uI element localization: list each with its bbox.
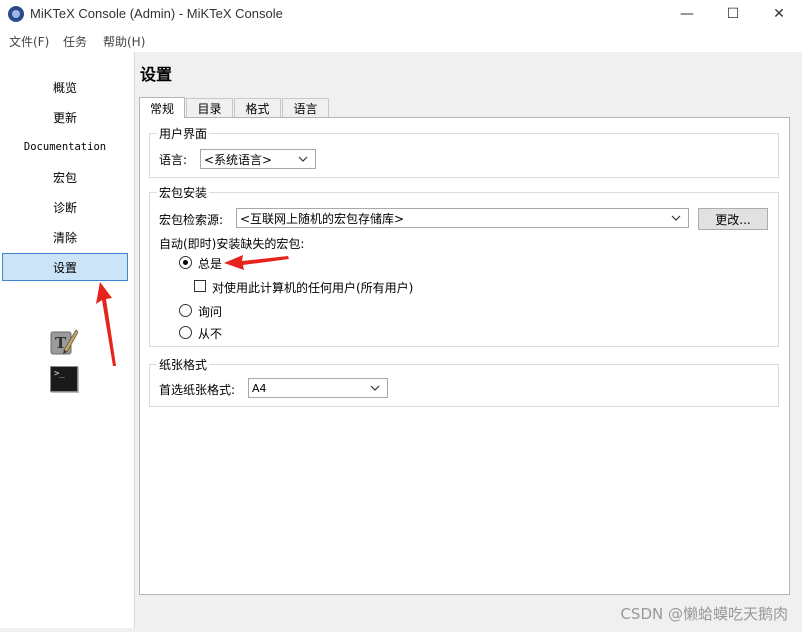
tab-directories[interactable]: 目录 <box>186 98 233 117</box>
tab-label: 语言 <box>293 101 318 116</box>
tab-label: 格式 <box>245 101 270 116</box>
language-label: 语言: <box>159 153 188 167</box>
language-select-value: <系统语言> <box>204 152 273 167</box>
radio-always[interactable] <box>179 256 192 269</box>
tex-works-icon[interactable]: T <box>50 326 78 356</box>
radio-always-label[interactable]: 总是 <box>198 255 222 272</box>
menu-tasks[interactable]: 任务 <box>63 33 87 50</box>
tab-formats[interactable]: 格式 <box>234 98 281 117</box>
sidebar-item-label: 更新 <box>52 110 77 125</box>
chevron-down-icon <box>370 385 380 391</box>
tab-label: 目录 <box>197 101 222 116</box>
all-users-label[interactable]: 对使用此计算机的任何用户(所有用户) <box>212 279 413 296</box>
sidebar-item-diagnose[interactable]: 诊断 <box>2 193 128 221</box>
menu-bar: 文件(F) 任务 帮助(H) <box>0 28 802 52</box>
all-users-checkbox[interactable] <box>194 280 206 292</box>
radio-never-label[interactable]: 从不 <box>198 325 222 342</box>
change-repository-button[interactable]: 更改... <box>698 208 768 230</box>
sidebar-item-overview[interactable]: 概览 <box>2 73 128 101</box>
maximize-button[interactable]: ☐ <box>710 0 756 28</box>
paper-format-select-value: A4 <box>252 381 267 395</box>
sidebar-item-label: 诊断 <box>52 200 77 215</box>
sidebar-item-settings[interactable]: 设置 <box>2 253 128 281</box>
tab-general[interactable]: 常规 <box>139 97 185 118</box>
tab-label: 常规 <box>149 101 174 116</box>
sidebar-item-packages[interactable]: 宏包 <box>2 163 128 191</box>
group-paper-format <box>149 364 779 407</box>
sidebar-item-label: Documentation <box>23 141 107 153</box>
paper-format-select[interactable]: A4 <box>248 378 388 398</box>
window-title: MiKTeX Console (Admin) - MiKTeX Console <box>30 6 283 21</box>
title-bar: MiKTeX Console (Admin) - MiKTeX Console … <box>0 0 802 28</box>
radio-never[interactable] <box>179 326 192 339</box>
terminal-prompt: >_ <box>54 369 65 379</box>
repository-select-value: <互联网上随机的宏包存储库> <box>240 211 405 226</box>
group-title-user-interface: 用户界面 <box>157 125 210 142</box>
chevron-down-icon <box>671 215 681 221</box>
menu-help[interactable]: 帮助(H) <box>103 33 145 50</box>
tab-panel-general <box>139 117 790 595</box>
sidebar-item-label: 宏包 <box>52 170 77 185</box>
minimize-button[interactable]: — <box>664 0 710 28</box>
watermark: CSDN @懒蛤蟆吃天鹅肉 <box>620 605 788 623</box>
radio-ask[interactable] <box>179 304 192 317</box>
paper-format-label: 首选纸张格式: <box>159 383 236 397</box>
repository-label: 宏包检索源: <box>159 213 224 227</box>
chevron-down-icon <box>298 156 308 162</box>
sidebar-item-label: 清除 <box>52 230 77 245</box>
group-title-package-installation: 宏包安装 <box>157 184 210 201</box>
sidebar-item-updates[interactable]: 更新 <box>2 103 128 131</box>
tab-languages[interactable]: 语言 <box>282 98 329 117</box>
sidebar-item-cleanup[interactable]: 清除 <box>2 223 128 251</box>
language-select[interactable]: <系统语言> <box>200 149 316 169</box>
annotation-arrow-left-icon <box>224 255 289 270</box>
terminal-icon[interactable]: >_ <box>50 366 78 392</box>
miktex-app-icon <box>8 6 24 22</box>
group-title-paper-format: 纸张格式 <box>157 356 210 373</box>
close-button[interactable]: ✕ <box>756 0 802 28</box>
radio-ask-label[interactable]: 询问 <box>198 303 222 320</box>
sidebar-item-label: 设置 <box>52 260 77 275</box>
annotation-arrow-up-icon <box>96 282 116 366</box>
sidebar-item-documentation[interactable]: Documentation <box>2 133 128 161</box>
menu-file[interactable]: 文件(F) <box>9 33 49 50</box>
page-title: 设置 <box>140 65 173 84</box>
repository-select[interactable]: <互联网上随机的宏包存储库> <box>236 208 689 228</box>
sidebar-item-label: 概览 <box>52 80 77 95</box>
